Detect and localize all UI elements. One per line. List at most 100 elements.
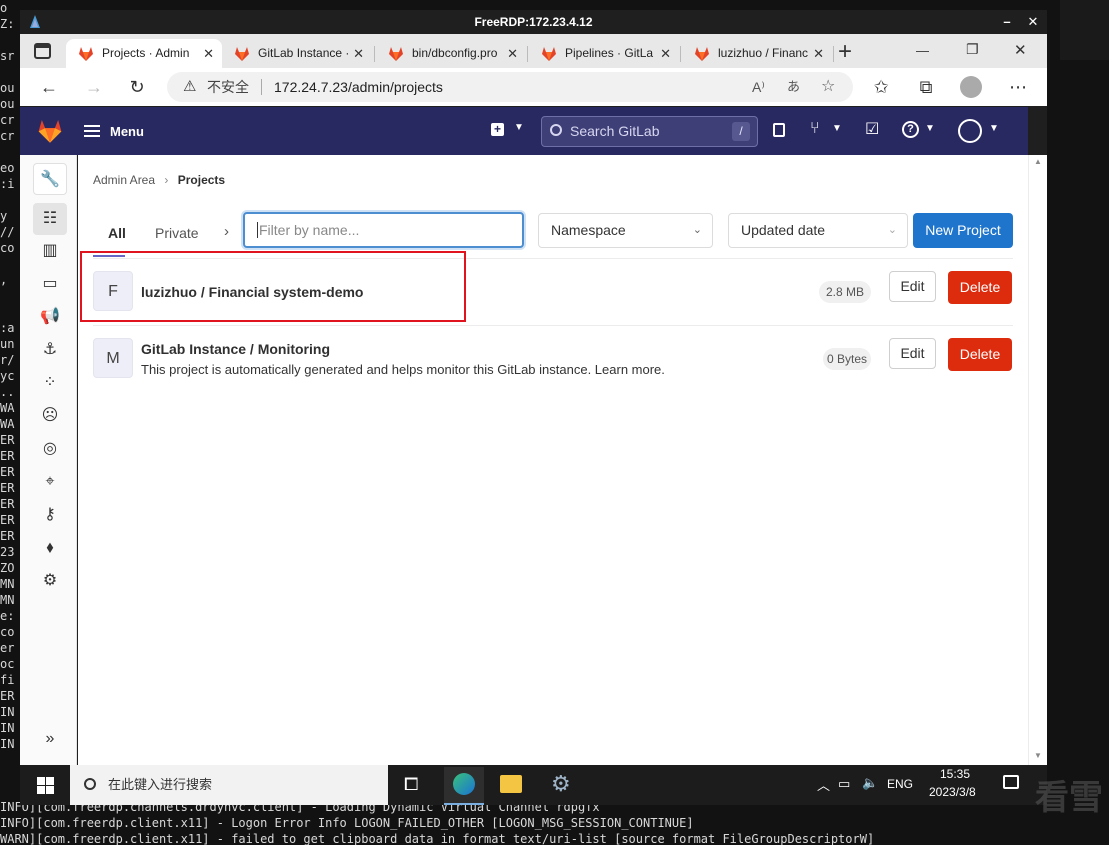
tab-close-icon[interactable]: ✕ <box>660 39 671 68</box>
chevron-down-icon[interactable]: ▼ <box>832 123 842 134</box>
breadcrumb-admin-area[interactable]: Admin Area <box>93 173 155 187</box>
back-button[interactable]: ← <box>36 74 62 100</box>
terminal-fragment: oc <box>0 657 15 671</box>
freerdp-logo-icon <box>30 15 40 28</box>
terminal-fragment: co <box>0 625 15 639</box>
admin-area-wrench-icon[interactable]: 🔧 <box>33 163 67 195</box>
tab-pipelines[interactable]: Pipelines · GitLa ✕ <box>529 39 679 68</box>
tab-close-icon[interactable]: ✕ <box>203 39 214 68</box>
menu-button[interactable]: Menu <box>84 119 154 143</box>
search-icon <box>550 124 562 136</box>
edit-button[interactable]: Edit <box>889 271 936 302</box>
refresh-button[interactable]: ↻ <box>124 74 150 100</box>
tab-private[interactable]: Private <box>155 225 199 241</box>
tab-projects-admin[interactable]: Projects · Admin ✕ <box>66 39 222 68</box>
clock-date[interactable]: 2023/3/8 <box>929 785 976 799</box>
project-avatar[interactable]: M <box>93 338 133 378</box>
network-icon[interactable]: ▭ <box>838 776 850 792</box>
project-size-badge: 2.8 MB <box>819 281 871 303</box>
delete-button[interactable]: Delete <box>948 271 1012 304</box>
language-indicator[interactable]: ENG <box>887 777 913 791</box>
page-scrollbar[interactable]: ▲ ▼ <box>1028 155 1047 765</box>
tabs-scroll-right[interactable]: › <box>224 223 229 240</box>
more-options-icon[interactable]: ⋯ <box>1005 74 1031 100</box>
rdp-close-button[interactable]: ✕ <box>1021 10 1045 34</box>
sidebar-item-system-hooks[interactable]: ⚓ <box>33 334 67 366</box>
tab-financial-system[interactable]: luzizhuo / Financ ✕ <box>682 39 832 68</box>
browser-close-button[interactable]: ✕ <box>1014 41 1027 59</box>
add-favorite-icon[interactable]: ☆ <box>821 72 835 102</box>
file-explorer-icon[interactable] <box>500 775 522 793</box>
sidebar-item-settings[interactable]: ⚙ <box>33 565 67 597</box>
browser-restore-button[interactable]: ❐ <box>966 41 979 58</box>
read-aloud-icon[interactable]: A⁾ <box>752 72 765 102</box>
sidebar-item-labels[interactable]: ⬧ <box>33 532 67 564</box>
sidebar-item-abuse-reports[interactable]: ☹ <box>33 400 67 432</box>
profile-icon[interactable] <box>960 76 982 98</box>
taskbar-search-box[interactable]: 在此键入进行搜索 <box>70 765 388 805</box>
show-hidden-icons[interactable]: ︿ <box>817 775 830 794</box>
tab-gitlab-instance[interactable]: GitLab Instance · ✕ <box>222 39 372 68</box>
delete-button[interactable]: Delete <box>948 338 1012 371</box>
project-row: M GitLab Instance / Monitoring This proj… <box>93 326 1013 393</box>
sidebar-item-monitoring[interactable]: ▭ <box>33 268 67 300</box>
namespace-dropdown[interactable]: Namespace ⌄ <box>538 213 713 248</box>
edit-button[interactable]: Edit <box>889 338 936 369</box>
translate-icon[interactable]: あ <box>787 72 800 102</box>
chevron-down-icon[interactable]: ▼ <box>514 122 524 133</box>
tab-close-icon[interactable]: ✕ <box>813 39 824 68</box>
user-avatar[interactable] <box>958 119 982 143</box>
sidebar-item-overview[interactable]: ☷ <box>33 203 67 235</box>
tab-dbconfig[interactable]: bin/dbconfig.pro ✕ <box>376 39 526 68</box>
sidebar-item-kubernetes[interactable]: ⌖ <box>33 466 67 498</box>
address-bar[interactable]: ⚠ 不安全 172.24.7.23/admin/projects A⁾ あ ☆ <box>167 72 853 102</box>
sidebar-item-deploy-keys[interactable]: ⚷ <box>33 499 67 531</box>
create-new-icon[interactable]: + <box>491 123 504 136</box>
volume-muted-icon[interactable]: 🔈 <box>862 775 878 791</box>
tab-close-icon[interactable]: ✕ <box>353 39 364 68</box>
favorites-icon[interactable]: ✩ <box>868 74 894 100</box>
expand-sidebar-button[interactable]: » <box>33 723 67 755</box>
chevron-down-icon[interactable]: ▼ <box>925 123 935 134</box>
new-tab-button[interactable]: + <box>838 39 852 65</box>
security-label[interactable]: 不安全 <box>207 72 249 102</box>
browser-minimize-button[interactable]: — <box>916 43 929 58</box>
search-placeholder: Search GitLab <box>570 123 660 139</box>
terminal-left-fragments: o Z: sr ou ou cr cr eo:i y // co,:a un r/yc.. WA WA ER… <box>0 0 20 845</box>
tab-close-icon[interactable]: ✕ <box>507 39 518 68</box>
issues-icon[interactable] <box>773 123 785 137</box>
sidebar-item-messages[interactable]: 📢 <box>33 301 67 333</box>
edit-label: Edit <box>900 278 925 294</box>
sidebar-item-applications[interactable]: ⁘ <box>33 367 67 399</box>
sidebar-item-subscription[interactable]: ◎ <box>33 433 67 465</box>
merge-requests-icon[interactable]: ⑂ <box>810 120 820 138</box>
filter-placeholder: Filter by name... <box>257 222 360 238</box>
scroll-up-icon[interactable]: ▲ <box>1034 157 1042 166</box>
notification-center-icon[interactable] <box>1003 775 1019 789</box>
gitlab-logo-icon[interactable] <box>37 118 63 143</box>
rdp-titlebar: FreeRDP:172.23.4.12 – ✕ <box>20 10 1047 34</box>
project-name-link[interactable]: GitLab Instance / Monitoring <box>141 341 330 357</box>
task-view-icon[interactable]: ⧠ <box>404 774 418 795</box>
search-input[interactable]: Search GitLab / <box>541 116 758 147</box>
chevron-down-icon[interactable]: ▼ <box>989 123 999 134</box>
todo-icon[interactable]: ☑ <box>865 119 879 139</box>
sort-dropdown[interactable]: Updated date ⌄ <box>728 213 908 248</box>
tab-actions-icon[interactable] <box>34 43 51 59</box>
settings-gear-icon[interactable]: ⚙ <box>551 771 571 797</box>
scroll-down-icon[interactable]: ▼ <box>1034 751 1042 760</box>
windows-start-icon[interactable] <box>37 777 54 794</box>
taskbar-search-placeholder: 在此键入进行搜索 <box>108 777 213 792</box>
clock-time[interactable]: 15:35 <box>940 767 970 781</box>
filter-by-name-input[interactable]: Filter by name... <box>243 212 524 248</box>
tab-label: Pipelines · GitLa <box>565 46 654 60</box>
new-project-button[interactable]: New Project <box>913 213 1013 248</box>
forward-button[interactable]: → <box>81 74 107 100</box>
rdp-minimize-button[interactable]: – <box>995 10 1019 34</box>
sidebar-item-analytics[interactable]: ▥ <box>33 235 67 267</box>
url-text[interactable]: 172.24.7.23/admin/projects <box>274 72 443 102</box>
edge-taskbar-icon[interactable] <box>444 767 484 805</box>
help-icon[interactable]: ? <box>902 121 919 138</box>
collections-icon[interactable]: ⧉ <box>913 74 939 100</box>
breadcrumb-projects[interactable]: Projects <box>178 173 225 187</box>
